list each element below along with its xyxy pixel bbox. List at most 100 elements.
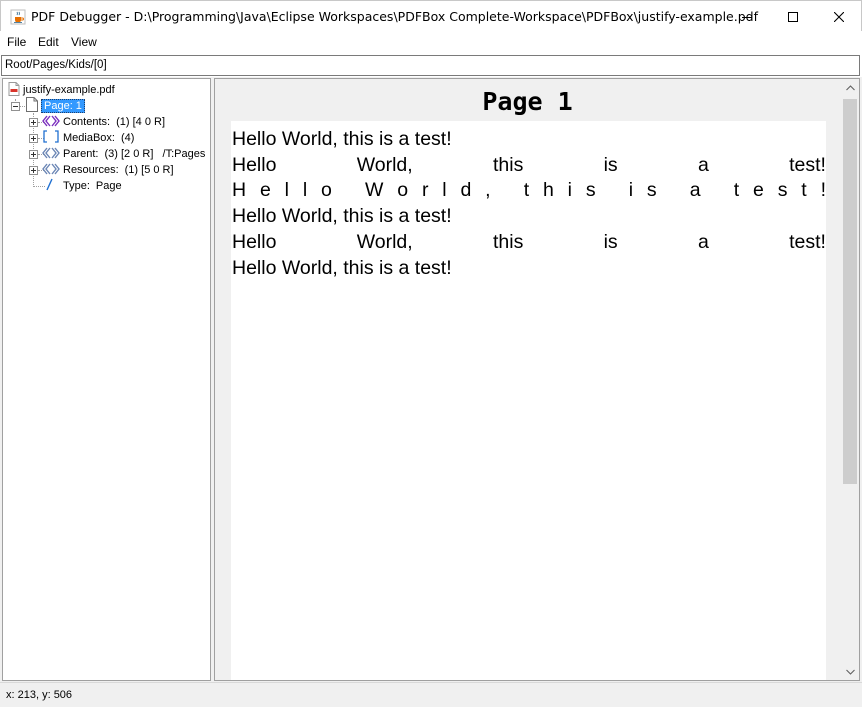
tree-node-page[interactable]: Page: 1 [26, 97, 85, 115]
tree-node-contents-value: (1) [4 0 R] [116, 116, 165, 128]
tree-node-page-label: Page: 1 [41, 99, 85, 113]
main-split-pane: justify-example.pdf Page: 1 Contents: (1… [0, 77, 862, 682]
tree-node-resources-value: (1) [5 0 R] [124, 164, 174, 176]
menu-view[interactable]: View [71, 35, 97, 49]
pdf-char [504, 179, 509, 201]
pdf-char: o [321, 179, 332, 201]
pdf-char: t [733, 179, 740, 201]
vertical-scrollbar[interactable] [842, 79, 859, 680]
page-icon [26, 97, 38, 115]
tree-node-contents-key: Contents: [63, 116, 111, 128]
minimize-icon [742, 16, 752, 18]
pdf-text-line-1: Hello World, this is a test! [232, 128, 452, 150]
tree-node-root[interactable]: justify-example.pdf [8, 81, 115, 99]
pdf-text-line-4: Hello World, this is a test! [232, 205, 452, 227]
pdf-text-line-2: Hello World, this is a test! [232, 154, 826, 176]
maximize-button[interactable] [770, 1, 816, 32]
pdf-char: t [801, 179, 807, 201]
tree-node-mediabox[interactable]: MediaBox: (4) [42, 130, 134, 146]
pdf-char: t [523, 179, 530, 201]
scroll-up-button[interactable] [842, 79, 859, 96]
minimize-button[interactable] [724, 1, 770, 32]
menu-edit[interactable]: Edit [38, 35, 59, 49]
tree-node-contents[interactable]: Contents: (1) [4 0 R] [42, 114, 165, 130]
maximize-icon [788, 11, 798, 22]
pdf-char [714, 179, 719, 201]
pdf-word: a [697, 154, 709, 176]
path-field[interactable]: Root/Pages/Kids/[0] [1, 55, 860, 76]
pdf-word: World, [356, 231, 413, 253]
pdf-char: d [460, 179, 472, 201]
tree-node-type[interactable]: Type: Page [42, 178, 122, 194]
pdf-char: s [585, 179, 596, 201]
pdf-text-line-3: Hello World, this is a t e s t! [232, 179, 826, 201]
name-icon [42, 178, 60, 194]
pdf-char: l [442, 179, 447, 201]
pdf-char: , [485, 179, 491, 201]
pdf-char: i [567, 179, 573, 201]
tree-node-parent-value: (3) [2 0 R] /T:Pages [104, 148, 206, 160]
window-title: PDF Debugger - D:\Programming\Java\Eclip… [31, 9, 758, 24]
pdf-word: Hello [232, 154, 277, 176]
pdf-char: r [421, 179, 429, 201]
page-title: Page 1 [482, 87, 573, 116]
pdf-char: s [646, 179, 657, 201]
tree-node-root-label: justify-example.pdf [23, 84, 115, 96]
pdf-char: l [284, 179, 289, 201]
page-viewer[interactable]: Page 1 Hello World, this is a test! Hell… [214, 78, 860, 681]
pdf-word: is [603, 154, 618, 176]
collapse-toggle[interactable] [11, 102, 20, 111]
pdf-char [346, 179, 351, 201]
expand-toggle-mediabox[interactable] [29, 134, 38, 143]
pdf-file-icon [8, 81, 20, 99]
pdf-char: l [302, 179, 308, 201]
indirect-object-icon [42, 163, 60, 178]
tree-node-parent-key: Parent: [63, 148, 99, 160]
tree-node-mediabox-key: MediaBox: [63, 132, 115, 144]
pdf-char [671, 179, 676, 201]
pdf-char: i [628, 179, 634, 201]
close-icon [834, 11, 844, 22]
pdf-word: test! [789, 231, 826, 253]
status-bar: x: 213, y: 506 [0, 682, 862, 707]
tree-node-mediabox-value: (4) [120, 132, 135, 144]
menu-bar: File Edit View [0, 31, 862, 53]
pdf-char: s [777, 179, 788, 201]
tree-node-parent[interactable]: Parent: (3) [2 0 R] /T:Pages [42, 146, 205, 162]
pdf-char: e [753, 179, 764, 201]
title-bar[interactable]: PDF Debugger - D:\Programming\Java\Eclip… [0, 0, 862, 31]
pdf-char: o [397, 179, 409, 201]
document-tree[interactable]: justify-example.pdf Page: 1 Contents: (1… [2, 78, 211, 681]
pdf-word: is [603, 231, 618, 253]
tree-node-type-key: Type: [63, 180, 90, 192]
pdf-word: test! [789, 154, 826, 176]
pdf-word: World, [356, 154, 413, 176]
expand-toggle-resources[interactable] [29, 166, 38, 175]
java-cup-icon [10, 9, 26, 25]
pdf-word: this [492, 231, 524, 253]
scroll-down-button[interactable] [842, 663, 859, 680]
pdf-word: Hello [232, 231, 277, 253]
pdf-char: H [232, 179, 247, 201]
pdf-char: e [259, 179, 271, 201]
pdf-text-line-5: Hello World, this is a test! [232, 231, 826, 253]
expand-toggle-contents[interactable] [29, 118, 38, 127]
menu-file[interactable]: File [7, 35, 26, 49]
expand-toggle-parent[interactable] [29, 150, 38, 159]
pdf-char: ! [820, 179, 826, 201]
tree-node-resources[interactable]: Resources: (1) [5 0 R] [42, 162, 174, 178]
tree-node-type-value: Page [95, 180, 122, 192]
scroll-thumb[interactable] [843, 99, 857, 484]
close-button[interactable] [816, 1, 862, 32]
indirect-object-icon [42, 115, 60, 130]
pdf-word: this [492, 154, 524, 176]
tree-node-resources-key: Resources: [63, 164, 119, 176]
chevron-up-icon [846, 84, 855, 90]
pdf-char: h [542, 179, 554, 201]
rendered-page[interactable]: Hello World, this is a test! Hello World,… [231, 121, 826, 680]
pdf-char: W [364, 179, 384, 201]
indirect-object-icon [42, 147, 60, 162]
chevron-down-icon [846, 669, 855, 675]
pdf-char [609, 179, 614, 201]
pdf-text-line-6: Hello World, this is a test! [232, 257, 452, 279]
